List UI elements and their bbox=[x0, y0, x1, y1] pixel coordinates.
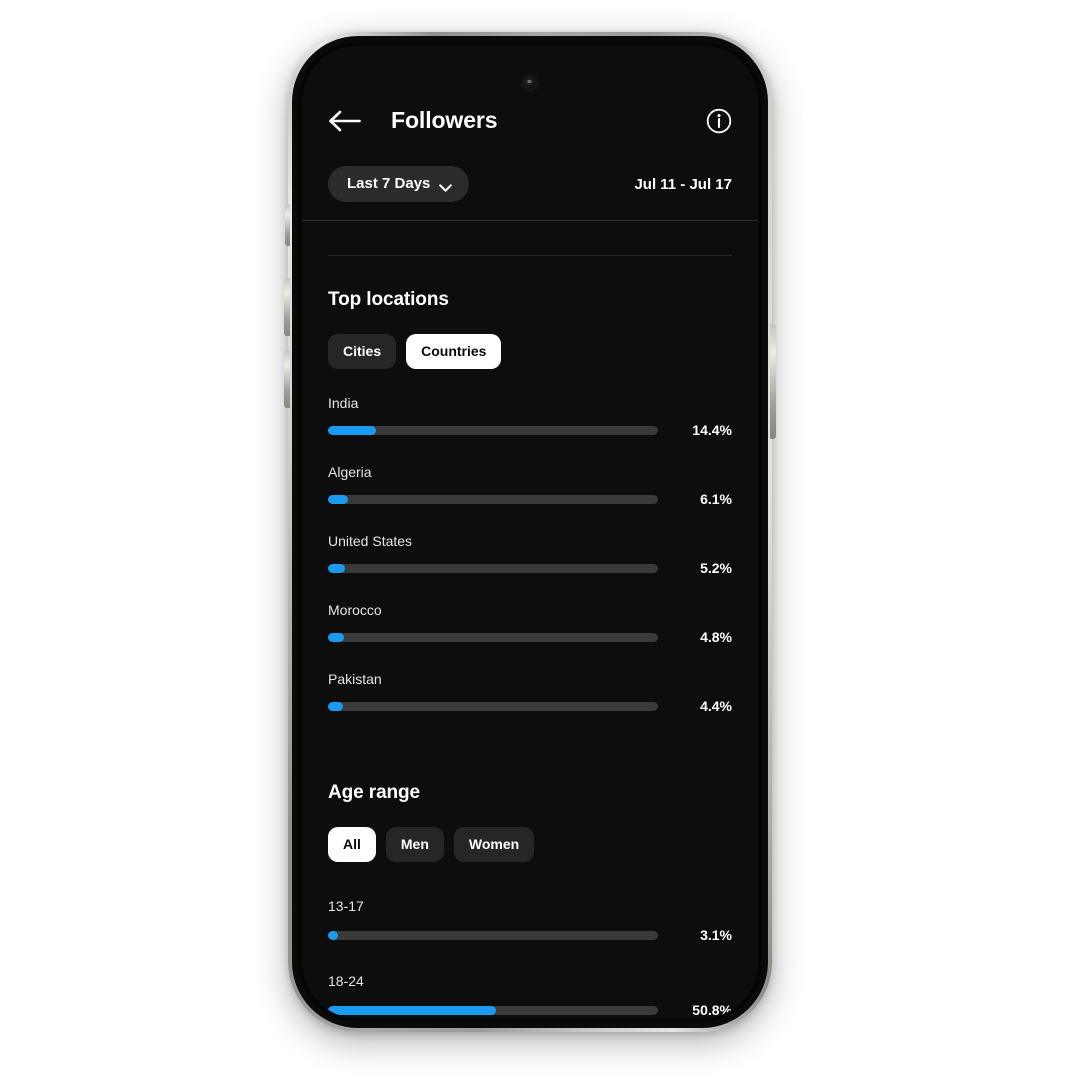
bar-category-label: 13-17 bbox=[328, 898, 364, 914]
bar-value-label: 14.4% bbox=[692, 422, 732, 438]
phone-mockup: Followers Last 7 Days Jul 11 - Jul 17 To… bbox=[284, 32, 776, 1032]
age-bar-list: 13-173.1%18-2450.8%25-3435.9%35-44 bbox=[328, 898, 732, 1018]
date-range-dropdown[interactable]: Last 7 Days bbox=[328, 166, 470, 202]
bar-fill bbox=[328, 425, 376, 435]
age-bar-row: 18-24 50.8% bbox=[328, 973, 732, 1018]
front-camera-icon bbox=[524, 78, 536, 89]
bar-fill bbox=[328, 930, 339, 940]
bar-fill bbox=[328, 632, 344, 642]
bar-track bbox=[328, 494, 658, 504]
bar-category-label: Algeria bbox=[328, 464, 372, 480]
bar-fill bbox=[328, 494, 349, 504]
bar-category-label: United States bbox=[328, 533, 413, 549]
header-divider bbox=[302, 220, 758, 221]
location-bar-row: United States 5.2% bbox=[328, 533, 732, 576]
tab-countries[interactable]: Countries bbox=[406, 334, 502, 369]
bar-track bbox=[328, 563, 658, 573]
action-button[interactable] bbox=[285, 204, 290, 246]
bar-line: 50.8% bbox=[328, 1002, 732, 1018]
bar-value-label: 4.8% bbox=[700, 629, 732, 645]
bar-category-label: Pakistan bbox=[328, 671, 382, 687]
volume-up-button[interactable] bbox=[284, 278, 290, 336]
location-bar-row: Pakistan 4.4% bbox=[328, 671, 732, 714]
bar-line: 14.4% bbox=[328, 422, 732, 438]
date-range-dropdown-label: Last 7 Days bbox=[347, 175, 431, 192]
bar-category-label: Morocco bbox=[328, 602, 382, 618]
bar-value-label: 4.4% bbox=[700, 698, 732, 714]
top-locations-section: Top locations Cities Countries India 14.4… bbox=[302, 289, 758, 714]
bar-track bbox=[328, 930, 658, 940]
tab-women[interactable]: Women bbox=[453, 827, 535, 862]
app-header: Followers bbox=[302, 46, 758, 146]
page-title: Followers bbox=[391, 107, 498, 133]
age-range-section: Age range All Men Women 13-17 3.1% 18-24 50… bbox=[302, 782, 758, 1018]
phone-screen: Followers Last 7 Days Jul 11 - Jul 17 To… bbox=[302, 46, 758, 1018]
section-divider bbox=[328, 255, 732, 256]
bar-track bbox=[328, 632, 658, 642]
bar-value-label: 6.1% bbox=[700, 491, 732, 507]
bar-track bbox=[328, 425, 658, 435]
info-circle-icon[interactable] bbox=[706, 108, 732, 134]
bar-line: 5.2% bbox=[328, 560, 732, 576]
bar-track bbox=[328, 1005, 658, 1015]
bar-line: 3.1% bbox=[328, 927, 732, 943]
bar-value-label: 50.8% bbox=[692, 1002, 732, 1018]
bar-value-label: 5.2% bbox=[700, 560, 732, 576]
date-range-text: Jul 11 - Jul 17 bbox=[634, 175, 732, 193]
bar-line: 6.1% bbox=[328, 491, 732, 507]
age-tab-group: All Men Women bbox=[328, 827, 732, 862]
age-bar-row: 13-17 3.1% bbox=[328, 898, 732, 943]
tab-cities[interactable]: Cities bbox=[328, 334, 397, 369]
power-button[interactable] bbox=[770, 324, 776, 439]
locations-bar-list: India 14.4% Algeria 6.1% United States 5.2% Mo… bbox=[328, 395, 732, 714]
bar-fill bbox=[328, 1005, 496, 1015]
scroll-container[interactable]: Followers Last 7 Days Jul 11 - Jul 17 To… bbox=[302, 46, 758, 1018]
chevron-down-icon bbox=[439, 180, 453, 192]
bar-category-label: 18-24 bbox=[328, 973, 364, 989]
top-locations-title: Top locations bbox=[328, 289, 449, 310]
bar-fill bbox=[328, 563, 346, 573]
location-bar-row: Algeria 6.1% bbox=[328, 464, 732, 507]
volume-down-button[interactable] bbox=[284, 350, 290, 408]
back-arrow-icon[interactable] bbox=[328, 108, 362, 134]
tab-men[interactable]: Men bbox=[385, 827, 444, 862]
bar-line: 4.8% bbox=[328, 629, 732, 645]
bar-value-label: 3.1% bbox=[700, 927, 732, 943]
bar-category-label: India bbox=[328, 395, 359, 411]
tab-all[interactable]: All bbox=[328, 827, 376, 862]
location-bar-row: India 14.4% bbox=[328, 395, 732, 438]
age-range-title: Age range bbox=[328, 782, 421, 803]
date-selector-row: Last 7 Days Jul 11 - Jul 17 bbox=[302, 146, 758, 208]
bar-fill bbox=[328, 701, 343, 711]
bar-track bbox=[328, 701, 658, 711]
location-bar-row: Morocco 4.8% bbox=[328, 602, 732, 645]
locations-tab-group: Cities Countries bbox=[328, 334, 732, 369]
bar-line: 4.4% bbox=[328, 698, 732, 714]
